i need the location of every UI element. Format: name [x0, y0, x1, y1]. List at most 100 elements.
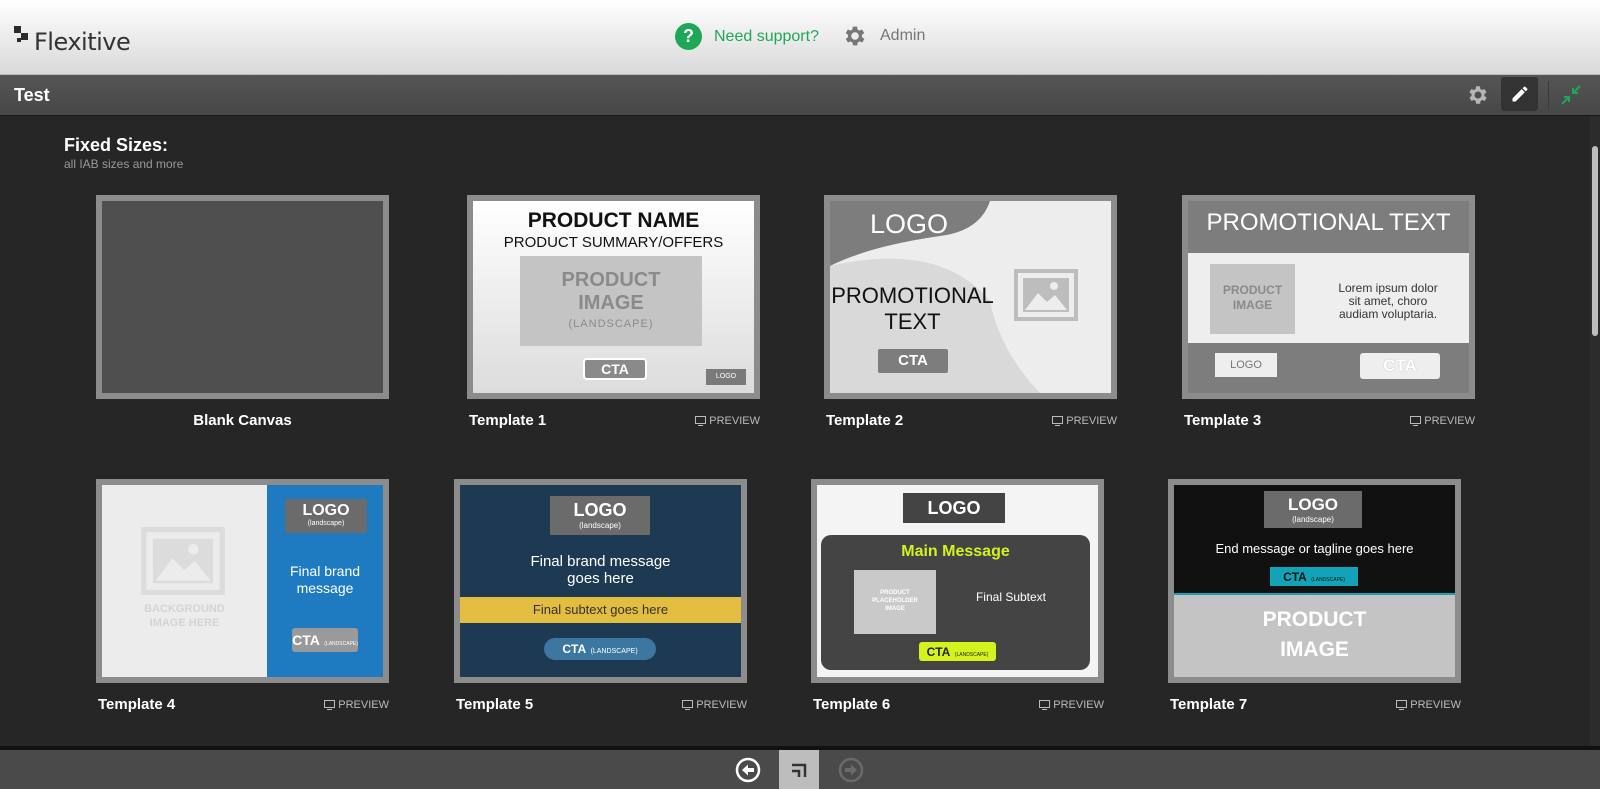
vertical-scrollbar[interactable]: [1590, 116, 1600, 746]
thumb-logo: LOGO: [706, 369, 746, 385]
thumb-image-label: IMAGE: [885, 606, 905, 612]
preview-label: PREVIEW: [696, 699, 747, 711]
arrow-right-circle-icon: [838, 757, 864, 782]
template-thumbnail[interactable]: LOGO Main Message PRODUCT PLACEHOLDER IM…: [811, 479, 1104, 683]
thumb-logo-sub: (landscape): [579, 521, 621, 530]
template-thumbnail[interactable]: LOGO (landscape) End message or tagline …: [1168, 479, 1461, 683]
collapse-icon: [1561, 85, 1581, 105]
scrollbar-thumb[interactable]: [1592, 146, 1598, 336]
thumb-cta: CTA (LANDSCAPE): [1270, 567, 1358, 586]
thumb-cta-text: CTA: [562, 642, 587, 656]
thumb-image-label: (LANDSCAPE): [568, 318, 654, 330]
preview-label: PREVIEW: [1066, 415, 1117, 427]
preview-label: PREVIEW: [709, 415, 760, 427]
thumb-image-label: PRODUCT: [880, 590, 910, 596]
thumb-logo: LOGO (landscape): [285, 499, 367, 533]
thumb-cta: CTA (LANDSCAPE): [919, 642, 996, 661]
preview-label: PREVIEW: [1053, 699, 1104, 711]
thumb-image-label: IMAGE: [1232, 298, 1273, 312]
thumb-message: Final brand: [289, 563, 361, 579]
brand-logo[interactable]: Flexitive: [14, 18, 131, 56]
template-card-1[interactable]: PRODUCT NAME PRODUCT SUMMARY/OFFERS PROD…: [467, 195, 760, 429]
edit-button[interactable]: [1501, 77, 1538, 111]
monitor-icon: [695, 416, 707, 426]
forward-button[interactable]: [831, 750, 871, 789]
template-thumbnail[interactable]: PRODUCT NAME PRODUCT SUMMARY/OFFERS PROD…: [467, 195, 760, 399]
thumb-logo: LOGO: [1215, 353, 1277, 377]
thumb-side-panel: LOGO (landscape) Final brand message CTA…: [267, 485, 383, 677]
thumb-cta: CTA (LANDSCAPE): [544, 638, 656, 660]
support-link[interactable]: ? Need support?: [675, 23, 819, 50]
thumb-image-label: IMAGE: [578, 292, 644, 314]
template-name: Template 3: [1184, 412, 1262, 429]
arrow-left-circle-icon: [735, 757, 761, 782]
thumb-body-text: Lorem ipsum dolor: [1338, 281, 1438, 295]
pencil-icon: [1512, 86, 1527, 102]
home-button[interactable]: [779, 750, 819, 789]
preview-link[interactable]: PREVIEW: [1052, 415, 1117, 427]
template-name: Template 1: [469, 412, 547, 429]
template-thumbnail[interactable]: BACKGROUND IMAGE HERE LOGO (landscape) F…: [96, 479, 389, 683]
admin-link[interactable]: Admin: [842, 23, 925, 49]
template-card-6[interactable]: LOGO Main Message PRODUCT PLACEHOLDER IM…: [811, 479, 1104, 713]
monitor-icon: [1039, 700, 1051, 710]
template-name: Template 6: [813, 696, 891, 713]
thumb-cta-text: CTA: [292, 632, 320, 648]
thumb-image-label: IMAGE: [1280, 638, 1349, 661]
thumb-body-text: sit amet, choro: [1348, 294, 1428, 308]
preview-link[interactable]: PREVIEW: [1410, 415, 1475, 427]
thumb-promo: TEXT: [884, 309, 941, 334]
thumb-cta: CTA (LANDSCAPE): [292, 628, 358, 652]
thumb-subtext-band: Final subtext goes here: [460, 597, 741, 623]
template-name: Blank Canvas: [193, 412, 292, 429]
thumb-cta-text: CTA: [1283, 570, 1307, 584]
image-placeholder-icon: [1014, 269, 1078, 321]
thumb-logo: LOGO (landscape): [550, 496, 650, 535]
preview-link[interactable]: PREVIEW: [682, 699, 747, 711]
back-button[interactable]: [728, 750, 768, 789]
toolbar-divider: [1548, 81, 1549, 109]
thumb-cta: CTA: [1360, 353, 1440, 379]
thumb-image-label: PLACEHOLDER: [872, 598, 918, 604]
thumb-logo-sub: (landscape): [1292, 515, 1334, 524]
image-placeholder-icon: [141, 527, 225, 595]
title-bar: Test: [0, 75, 1600, 116]
help-icon: ?: [675, 23, 702, 50]
preview-link[interactable]: PREVIEW: [695, 415, 760, 427]
collapse-button[interactable]: [1559, 83, 1583, 112]
template-card-4[interactable]: BACKGROUND IMAGE HERE LOGO (landscape) F…: [96, 479, 389, 713]
thumb-message: goes here: [567, 570, 634, 587]
template-card-2[interactable]: LOGO PROMOTIONAL TEXT CTA Template 2 PRE…: [824, 195, 1117, 429]
thumb-cta-sub: (LANDSCAPE): [1311, 577, 1345, 583]
thumb-message: message: [296, 580, 354, 596]
settings-button[interactable]: [1466, 83, 1490, 112]
thumb-bg-label: IMAGE HERE: [149, 617, 220, 629]
admin-label: Admin: [880, 27, 926, 44]
monitor-icon: [1396, 700, 1408, 710]
thumb-subtext: Final Subtext: [975, 590, 1047, 604]
preview-link[interactable]: PREVIEW: [324, 699, 389, 711]
template-thumbnail[interactable]: LOGO (landscape) Final brand message goe…: [454, 479, 747, 683]
thumb-cta: CTA: [583, 358, 647, 380]
page-title: Test: [14, 85, 50, 105]
section-title: Fixed Sizes:: [64, 135, 169, 155]
template-card-blank[interactable]: Blank Canvas: [96, 195, 389, 429]
template-thumbnail[interactable]: LOGO PROMOTIONAL TEXT CTA: [824, 195, 1117, 399]
template-card-3[interactable]: PROMOTIONAL TEXT PRODUCT IMAGE Lorem ips…: [1182, 195, 1475, 429]
template-thumbnail[interactable]: [96, 195, 389, 399]
gear-icon: [1469, 86, 1487, 104]
template-name: Template 7: [1170, 696, 1248, 713]
template-thumbnail[interactable]: PROMOTIONAL TEXT PRODUCT IMAGE Lorem ips…: [1182, 195, 1475, 399]
thumb-logo: LOGO: [903, 493, 1005, 523]
brand-name: Flexitive: [34, 28, 131, 56]
thumb-promo: PROMOTIONAL TEXT: [1206, 209, 1451, 236]
thumb-cta-sub: (LANDSCAPE): [590, 648, 638, 655]
preview-link[interactable]: PREVIEW: [1396, 699, 1461, 711]
thumb-image-placeholder: PRODUCT IMAGE (LANDSCAPE): [520, 256, 702, 346]
template-card-5[interactable]: LOGO (landscape) Final brand message goe…: [454, 479, 747, 713]
template-card-7[interactable]: LOGO (landscape) End message or tagline …: [1168, 479, 1461, 713]
thumb-product-name: PRODUCT NAME: [527, 209, 700, 232]
thumb-image-label: PRODUCT: [1222, 283, 1283, 297]
gear-icon: [845, 26, 865, 46]
preview-link[interactable]: PREVIEW: [1039, 699, 1104, 711]
